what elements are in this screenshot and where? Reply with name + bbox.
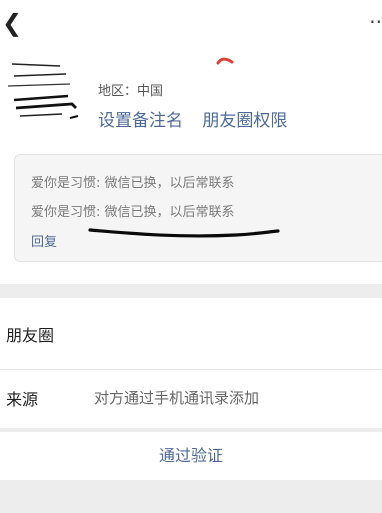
set-remark-link[interactable]: 设置备注名 xyxy=(98,111,183,131)
reply-link[interactable]: 回复 xyxy=(31,231,57,250)
approve-verification-button[interactable]: 通过验证 xyxy=(0,432,382,480)
message-line: 爱你是习惯: 微信已换，以后常联系 xyxy=(31,205,235,220)
top-bar: ❮ ·· xyxy=(0,0,382,48)
moments-label: 朋友圈 xyxy=(6,326,55,345)
moments-row[interactable]: 朋友圈 xyxy=(0,298,382,370)
profile-card: 地区：中国 设置备注名 朋友圈权限 爱你是习惯: 微信已换，以后常联系 爱你是习… xyxy=(0,48,382,284)
more-button[interactable]: ·· xyxy=(364,10,382,34)
source-row: 来源 对方通过手机通讯录添加 xyxy=(0,370,382,428)
source-label: 来源 xyxy=(6,390,39,409)
profile-links: 设置备注名 朋友圈权限 xyxy=(98,106,301,131)
source-value: 对方通过手机通讯录添加 xyxy=(94,389,260,407)
verification-message-box: 爱你是习惯: 微信已换，以后常联系 爱你是习惯: 微信已换，以后常联系 回复 xyxy=(14,154,382,262)
back-button[interactable]: ❮ xyxy=(2,8,28,38)
info-section: 朋友圈 来源 对方通过手机通讯录添加 xyxy=(0,298,382,428)
more-dots-icon: ·· xyxy=(369,10,382,34)
chevron-left-icon: ❮ xyxy=(2,9,23,37)
redaction-scribble xyxy=(7,63,79,119)
region-text: 地区：中国 xyxy=(98,84,164,99)
moments-permission-link[interactable]: 朋友圈权限 xyxy=(202,111,287,131)
handwritten-underline xyxy=(88,228,280,238)
red-mark xyxy=(216,57,234,65)
message-line: 爱你是习惯: 微信已换，以后常联系 xyxy=(31,176,235,191)
